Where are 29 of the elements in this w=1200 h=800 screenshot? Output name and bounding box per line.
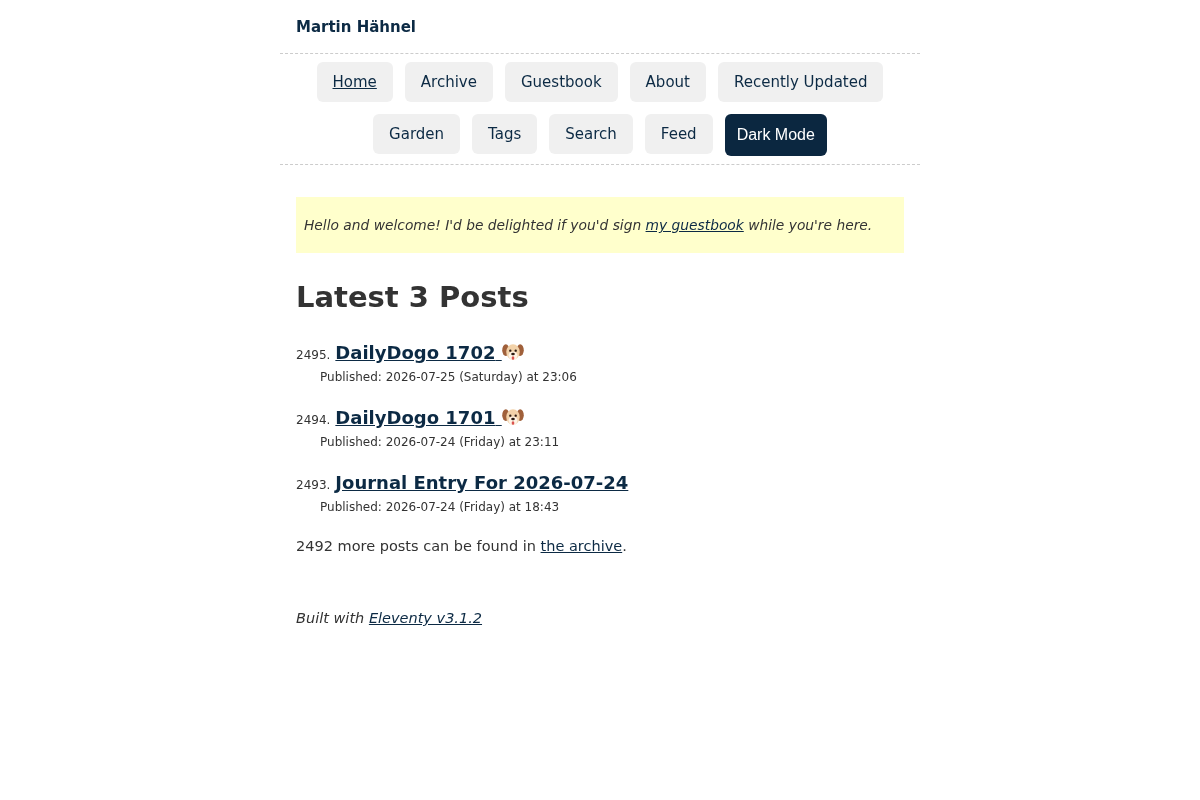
post-date: Published: 2026-07-24 (Friday) at 18:43 xyxy=(319,499,561,516)
welcome-notice: Hello and welcome! I'd be delighted if you'd sign my guestbook while you're here. xyxy=(296,197,904,253)
nav-link[interactable]: Garden xyxy=(373,114,461,154)
post-number: 2493. xyxy=(296,477,331,494)
nav-link[interactable]: Archive xyxy=(404,62,493,102)
nav-link[interactable]: Search xyxy=(549,114,633,154)
eleventy-link[interactable]: Eleventy v3.1.2 xyxy=(368,610,483,626)
post-title-link[interactable]: Journal Entry For 2026-07-24 xyxy=(335,470,629,496)
nav-link[interactable]: Recently Updated xyxy=(717,62,884,102)
archive-link[interactable]: the archive xyxy=(540,538,623,554)
footer-text: Built with Eleventy v3.1.2 xyxy=(296,609,484,628)
post-date: Published: 2026-07-24 (Friday) at 23:11 xyxy=(319,434,561,451)
guestbook-link[interactable]: my guestbook xyxy=(645,217,744,233)
nav-link[interactable]: Home xyxy=(316,62,393,102)
post-number: 2494. xyxy=(296,412,331,429)
post-title-link[interactable]: DailyDogo 1701 xyxy=(335,405,524,431)
post-number: 2495. xyxy=(296,347,331,364)
post-date: Published: 2026-07-25 (Saturday) at 23:06 xyxy=(319,369,578,386)
archive-note: 2492 more posts can be found in the archive. xyxy=(296,537,628,556)
post-title-link[interactable]: DailyDogo 1702 xyxy=(335,340,524,366)
dog-face-icon xyxy=(501,408,524,426)
section-heading: Latest 3 Posts xyxy=(296,279,530,315)
nav-link[interactable]: Feed xyxy=(644,114,713,154)
nav-link[interactable]: About xyxy=(629,62,706,102)
theme-toggle-button[interactable]: Dark Mode xyxy=(724,114,827,156)
dog-face-icon xyxy=(501,343,524,361)
site-title-link[interactable]: Martin Hähnel xyxy=(296,18,416,36)
nav-link[interactable]: Guestbook xyxy=(504,62,618,102)
nav-link[interactable]: Tags xyxy=(472,114,538,154)
